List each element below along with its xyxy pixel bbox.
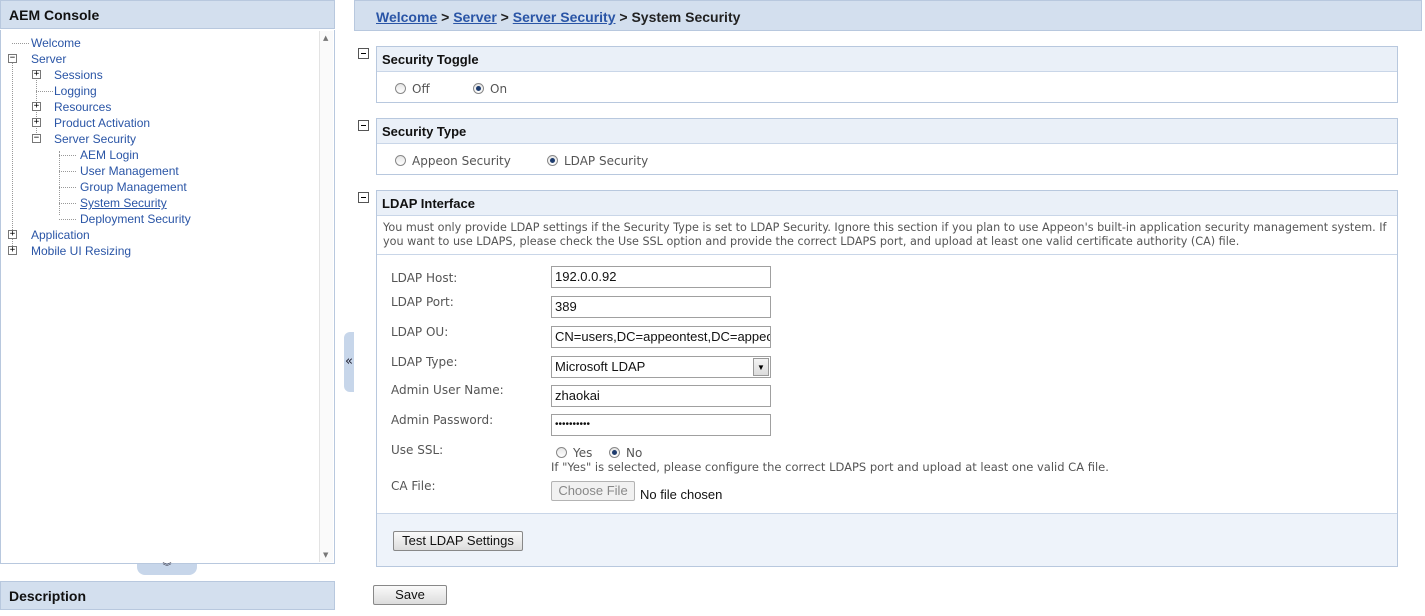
ldap-footer: Test LDAP Settings [377,513,1397,566]
section-title: LDAP Interface [377,191,1397,216]
breadcrumb-current: System Security [631,9,741,25]
admin-user-input[interactable]: zhaokai [551,385,771,407]
console-title: AEM Console [0,0,335,29]
breadcrumb-server[interactable]: Server [453,9,497,25]
tree-item-mobile-ui-resizing[interactable]: Mobile UI Resizing [31,243,131,259]
tree-item-system-security[interactable]: System Security [80,195,167,211]
admin-password-input[interactable]: •••••••••• [551,414,771,436]
main-content: Welcome > Server > Server Security > Sys… [354,0,1425,616]
collapse-section-icon[interactable] [358,48,369,59]
collapse-icon[interactable]: − [32,134,41,143]
scroll-up-icon[interactable]: ▲ [323,34,328,42]
ldap-host-label: LDAP Host: [391,271,458,285]
radio-button[interactable] [395,83,406,94]
panel-splitter[interactable]: « [344,332,354,392]
tree-item-server-security[interactable]: Server Security [54,131,136,147]
section-title: Security Toggle [377,47,1397,72]
tree-item-deployment-security[interactable]: Deployment Security [80,211,191,227]
radio-appeon-security[interactable]: Appeon Security [395,154,511,168]
radio-button[interactable] [547,155,558,166]
radio-button[interactable] [609,447,620,458]
scroll-down-icon[interactable]: ▼ [323,551,328,559]
tree-item-logging[interactable]: Logging [54,83,97,99]
tree-item-server[interactable]: Server [31,51,66,67]
breadcrumb-welcome[interactable]: Welcome [376,9,437,25]
radio-ldap-security[interactable]: LDAP Security [547,154,648,168]
radio-off[interactable]: Off [395,82,430,96]
double-chevron-left-icon: « [345,354,353,369]
collapse-section-icon[interactable] [358,192,369,203]
ca-file-label: CA File: [391,479,436,493]
tree-item-product-activation[interactable]: Product Activation [54,115,150,131]
ssl-note: If "Yes" is selected, please configure t… [551,460,1109,474]
ssl-no-radio[interactable]: No [609,446,642,460]
tree-item-resources[interactable]: Resources [54,99,111,115]
radio-button[interactable] [395,155,406,166]
section-title: Security Type [377,119,1397,144]
ldap-type-label: LDAP Type: [391,355,458,369]
choose-file-button[interactable]: Choose File [551,481,635,501]
expand-icon[interactable]: + [8,230,17,239]
tree-scrollbar[interactable]: ▲ ▼ [319,31,333,562]
test-ldap-settings-button[interactable]: Test LDAP Settings [393,531,523,551]
breadcrumb-server-security[interactable]: Server Security [513,9,616,25]
radio-on[interactable]: On [473,82,507,96]
ldap-ou-input[interactable]: CN=users,DC=appeontest,DC=appeon [551,326,771,348]
tree-item-group-management[interactable]: Group Management [80,179,187,195]
ldap-type-select[interactable]: Microsoft LDAP ▼ [551,356,771,378]
ssl-yes-radio[interactable]: Yes [556,446,592,460]
description-title: Description [0,581,335,610]
radio-button[interactable] [556,447,567,458]
breadcrumb: Welcome > Server > Server Security > Sys… [354,0,1422,31]
expand-icon[interactable]: + [32,70,41,79]
expand-icon[interactable]: + [32,118,41,127]
tree-item-user-management[interactable]: User Management [80,163,179,179]
security-type-section: Security Type Appeon Security LDAP Secur… [376,118,1398,175]
ldap-interface-section: LDAP Interface You must only provide LDA… [376,190,1398,567]
ldap-port-label: LDAP Port: [391,295,454,309]
ldap-description: You must only provide LDAP settings if t… [383,221,1387,248]
radio-button[interactable] [473,83,484,94]
ldap-port-input[interactable]: 389 [551,296,771,318]
use-ssl-label: Use SSL: [391,443,444,457]
ldap-host-input[interactable]: 192.0.0.92 [551,266,771,288]
tree-item-aem-login[interactable]: AEM Login [80,147,139,163]
double-chevron-down-icon: ︾ [162,563,172,573]
left-panel: AEM Console Welcome − Server + Sessions … [0,0,336,616]
file-status: No file chosen [640,487,723,502]
security-toggle-section: Security Toggle Off On [376,46,1398,103]
expand-icon[interactable]: + [32,102,41,111]
tree-item-welcome[interactable]: Welcome [31,35,81,51]
admin-user-label: Admin User Name: [391,383,504,397]
ldap-ou-label: LDAP OU: [391,325,449,339]
navigation-tree: Welcome − Server + Sessions Logging + Re… [0,30,335,564]
expand-icon[interactable]: + [8,246,17,255]
save-button[interactable]: Save [373,585,447,605]
dropdown-arrow-icon[interactable]: ▼ [753,358,769,376]
collapse-section-icon[interactable] [358,120,369,131]
tree-item-sessions[interactable]: Sessions [54,67,103,83]
collapse-icon[interactable]: − [8,54,17,63]
tree-item-application[interactable]: Application [31,227,90,243]
admin-password-label: Admin Password: [391,413,494,427]
collapse-panel-tab[interactable]: ︾ [137,564,197,575]
